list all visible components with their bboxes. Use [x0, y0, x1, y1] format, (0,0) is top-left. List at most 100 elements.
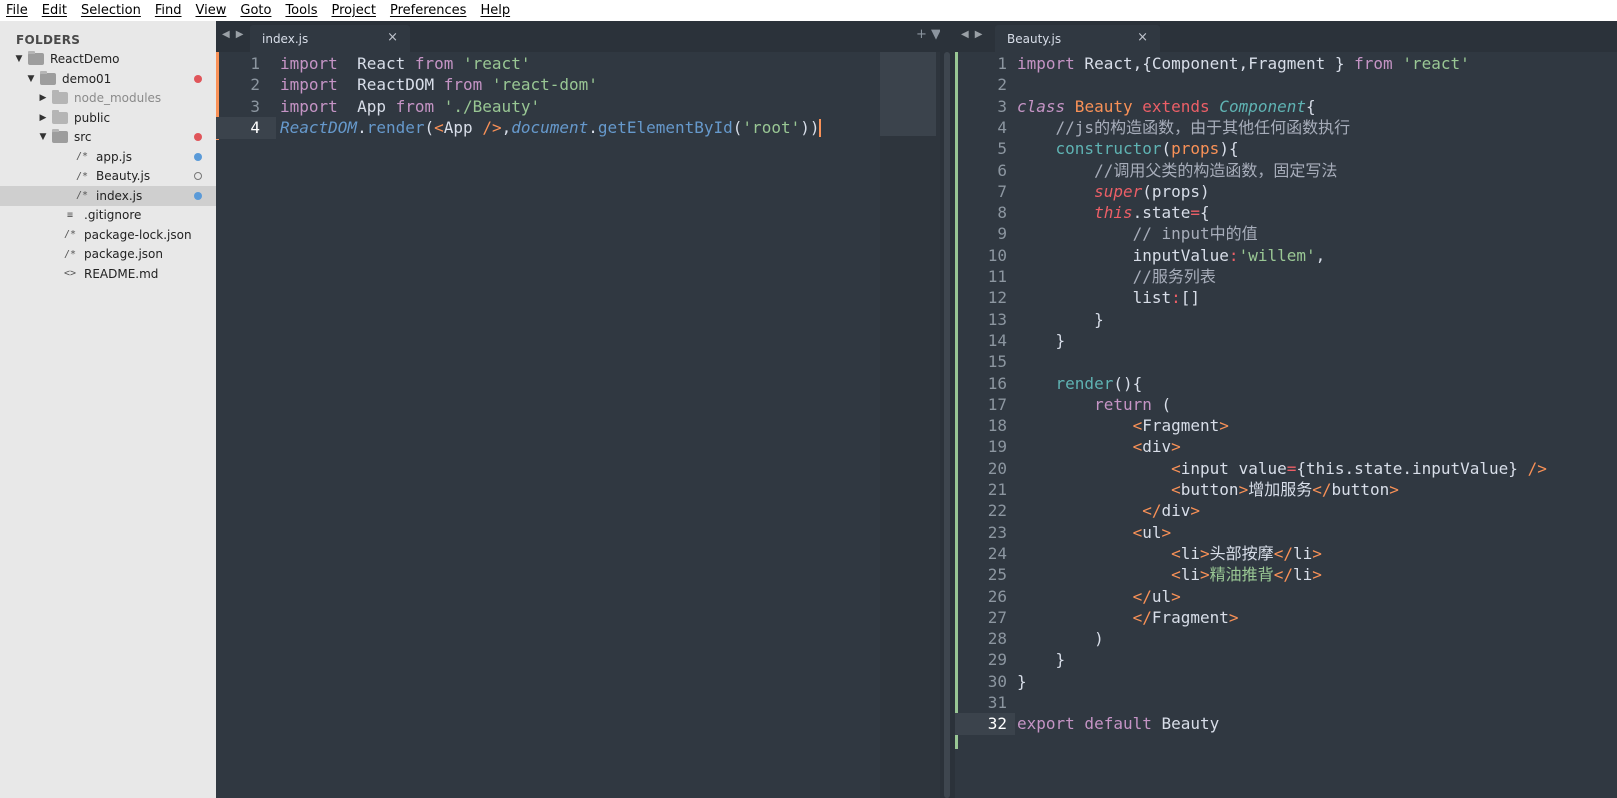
line-number: 26 [987, 586, 1007, 606]
menu-preferences[interactable]: Preferences [390, 3, 466, 18]
code-line[interactable]: 11 //服务列表 [955, 266, 1617, 288]
code-token: > [1312, 565, 1322, 585]
tree-item-reactdemo[interactable]: ▼ ReactDemo [0, 49, 216, 69]
tree-item-label: package-lock.json [84, 227, 192, 242]
chevron-right-icon[interactable]: ▶ [38, 93, 48, 103]
code-line[interactable]: 31 [955, 692, 1617, 714]
code-line[interactable]: 8 this.state={ [955, 202, 1617, 224]
tree-item-label: .gitignore [84, 208, 142, 222]
menu-selection[interactable]: Selection [81, 3, 141, 18]
code-line[interactable]: 7 super(props) [955, 181, 1617, 203]
right-tab-bar: ◀▶ Beauty.js × [955, 21, 1617, 52]
menu-view[interactable]: View [196, 3, 227, 18]
code-line[interactable]: 4 //js的构造函数，由于其他任何函数执行 [955, 117, 1617, 139]
code-text: constructor(props){ [1017, 138, 1239, 160]
tree-item-index-js[interactable]: /* index.js [0, 185, 216, 206]
code-line[interactable]: 2 [955, 74, 1617, 96]
chevron-right-icon[interactable]: ▶ [38, 113, 48, 123]
code-line[interactable]: 20 <input value={this.state.inputValue} … [955, 458, 1617, 480]
code-text: <ul> [1017, 522, 1172, 544]
code-line[interactable]: 22 </div> [955, 500, 1617, 522]
code-line[interactable]: 1 import React from 'react' [216, 53, 938, 75]
code-line[interactable]: 16 render(){ [955, 373, 1617, 395]
code-text: <input value={this.state.inputValue} /> [1017, 458, 1547, 480]
code-line[interactable]: 30} [955, 671, 1617, 693]
tree-item-demo01[interactable]: ▼ demo01 [0, 69, 216, 89]
close-icon[interactable]: × [387, 30, 398, 45]
code-text: <div> [1017, 436, 1181, 458]
tab-nav-arrows-icon[interactable]: ◀▶ [222, 29, 249, 40]
code-token: 增加服务 [1248, 480, 1313, 499]
tab-index-js[interactable]: index.js × [250, 25, 410, 52]
code-line[interactable]: 19 <div> [955, 436, 1617, 458]
tree-item-label: ReactDemo [50, 52, 120, 66]
tree-item-readme-md[interactable]: <> README.md [0, 264, 216, 284]
tree-item-beauty-js[interactable]: /* Beauty.js [0, 166, 216, 186]
code-line[interactable]: 9 // input中的值 [955, 223, 1617, 245]
code-line[interactable]: 17 return ( [955, 394, 1617, 416]
code-line[interactable]: 6 //调用父类的构造函数，固定写法 [955, 160, 1617, 182]
code-token: 'react' [1392, 54, 1470, 73]
menu-find[interactable]: Find [155, 3, 182, 18]
tree-item-src[interactable]: ▼ src [0, 127, 216, 147]
left-editor[interactable]: 1 import React from 'react' 2 import ReactD… [216, 52, 938, 798]
code-line[interactable]: 14 } [955, 330, 1617, 352]
code-line[interactable]: 29 } [955, 649, 1617, 671]
menu-help[interactable]: Help [480, 3, 510, 18]
code-line[interactable]: 3 class Beauty extends Component{ [955, 96, 1617, 118]
code-line[interactable]: 2 import ReactDOM from 'react-dom' [216, 74, 938, 96]
code-token: ReactDOM [280, 117, 358, 137]
code-line[interactable]: 4 ReactDOM.render(<App />,document.getEle… [216, 116, 938, 139]
code-line[interactable]: 23 <ul> [955, 522, 1617, 544]
code-line[interactable]: 32 export default Beauty [955, 713, 1617, 736]
code-line[interactable]: 15 [955, 351, 1617, 373]
tree-item-package-lock-json[interactable]: /* package-lock.json [0, 225, 216, 245]
code-line[interactable]: 1 import React,{Component,Fragment } from… [955, 53, 1617, 75]
minimap[interactable] [880, 52, 936, 136]
code-line[interactable]: 21 <button>增加服务</button> [955, 479, 1617, 501]
code-token: render [1055, 373, 1114, 393]
tree-item-public[interactable]: ▶ public [0, 108, 216, 128]
tab-tools-icon[interactable]: + ▼ [916, 27, 941, 42]
code-token: > [1238, 480, 1249, 499]
code-line[interactable]: 5 constructor(props){ [955, 138, 1617, 160]
menu-project[interactable]: Project [331, 3, 375, 18]
tree-item-package-json[interactable]: /* package.json [0, 244, 216, 264]
menu-edit[interactable]: Edit [42, 3, 67, 18]
scrollbar-thumb[interactable] [944, 52, 950, 798]
chevron-down-icon[interactable]: ▼ [26, 74, 36, 84]
code-token: './Beauty' [434, 96, 541, 116]
code-line[interactable]: 18 <Fragment> [955, 415, 1617, 437]
tree-item-gitignore[interactable]: ≡ .gitignore [0, 205, 216, 225]
code-line[interactable]: 27 </Fragment> [955, 607, 1617, 629]
close-icon[interactable]: × [1137, 30, 1148, 45]
code-token: render [366, 117, 425, 137]
code-text: // input中的值 [1017, 223, 1258, 245]
menu-goto[interactable]: Goto [240, 3, 271, 18]
folders-header: FOLDERS [16, 33, 81, 47]
right-editor[interactable]: 1 import React,{Component,Fragment } from… [955, 52, 1617, 798]
line-number: 25 [987, 565, 1007, 585]
code-line[interactable]: 26 </ul> [955, 586, 1617, 608]
code-token: ){ [1219, 139, 1239, 159]
menu-file[interactable]: File [6, 3, 28, 18]
tree-item-node-modules[interactable]: ▶ node_modules [0, 88, 216, 108]
code-line[interactable]: 12 list:[] [955, 287, 1617, 309]
chevron-down-icon[interactable]: ▼ [14, 54, 24, 64]
tree-item-app-js[interactable]: /* app.js [0, 147, 216, 167]
code-token: import [280, 54, 338, 73]
code-line[interactable]: 28 ) [955, 628, 1617, 650]
code-line[interactable]: 24 <li>头部按摩</li> [955, 543, 1617, 565]
code-line[interactable]: 13 } [955, 309, 1617, 331]
menu-tools[interactable]: Tools [285, 3, 317, 18]
line-number: 19 [987, 437, 1007, 457]
code-token: class [1017, 96, 1066, 116]
code-line[interactable]: 3 import App from './Beauty' [216, 96, 938, 118]
code-token: < [434, 117, 444, 137]
tab-beauty-js[interactable]: Beauty.js × [995, 25, 1160, 52]
code-line[interactable]: 10 inputValue:'willem', [955, 245, 1617, 267]
chevron-down-icon[interactable]: ▼ [38, 132, 48, 142]
code-line[interactable]: 25 <li>精油推背</li> [955, 564, 1617, 586]
tab-nav-arrows-icon[interactable]: ◀▶ [961, 29, 988, 40]
